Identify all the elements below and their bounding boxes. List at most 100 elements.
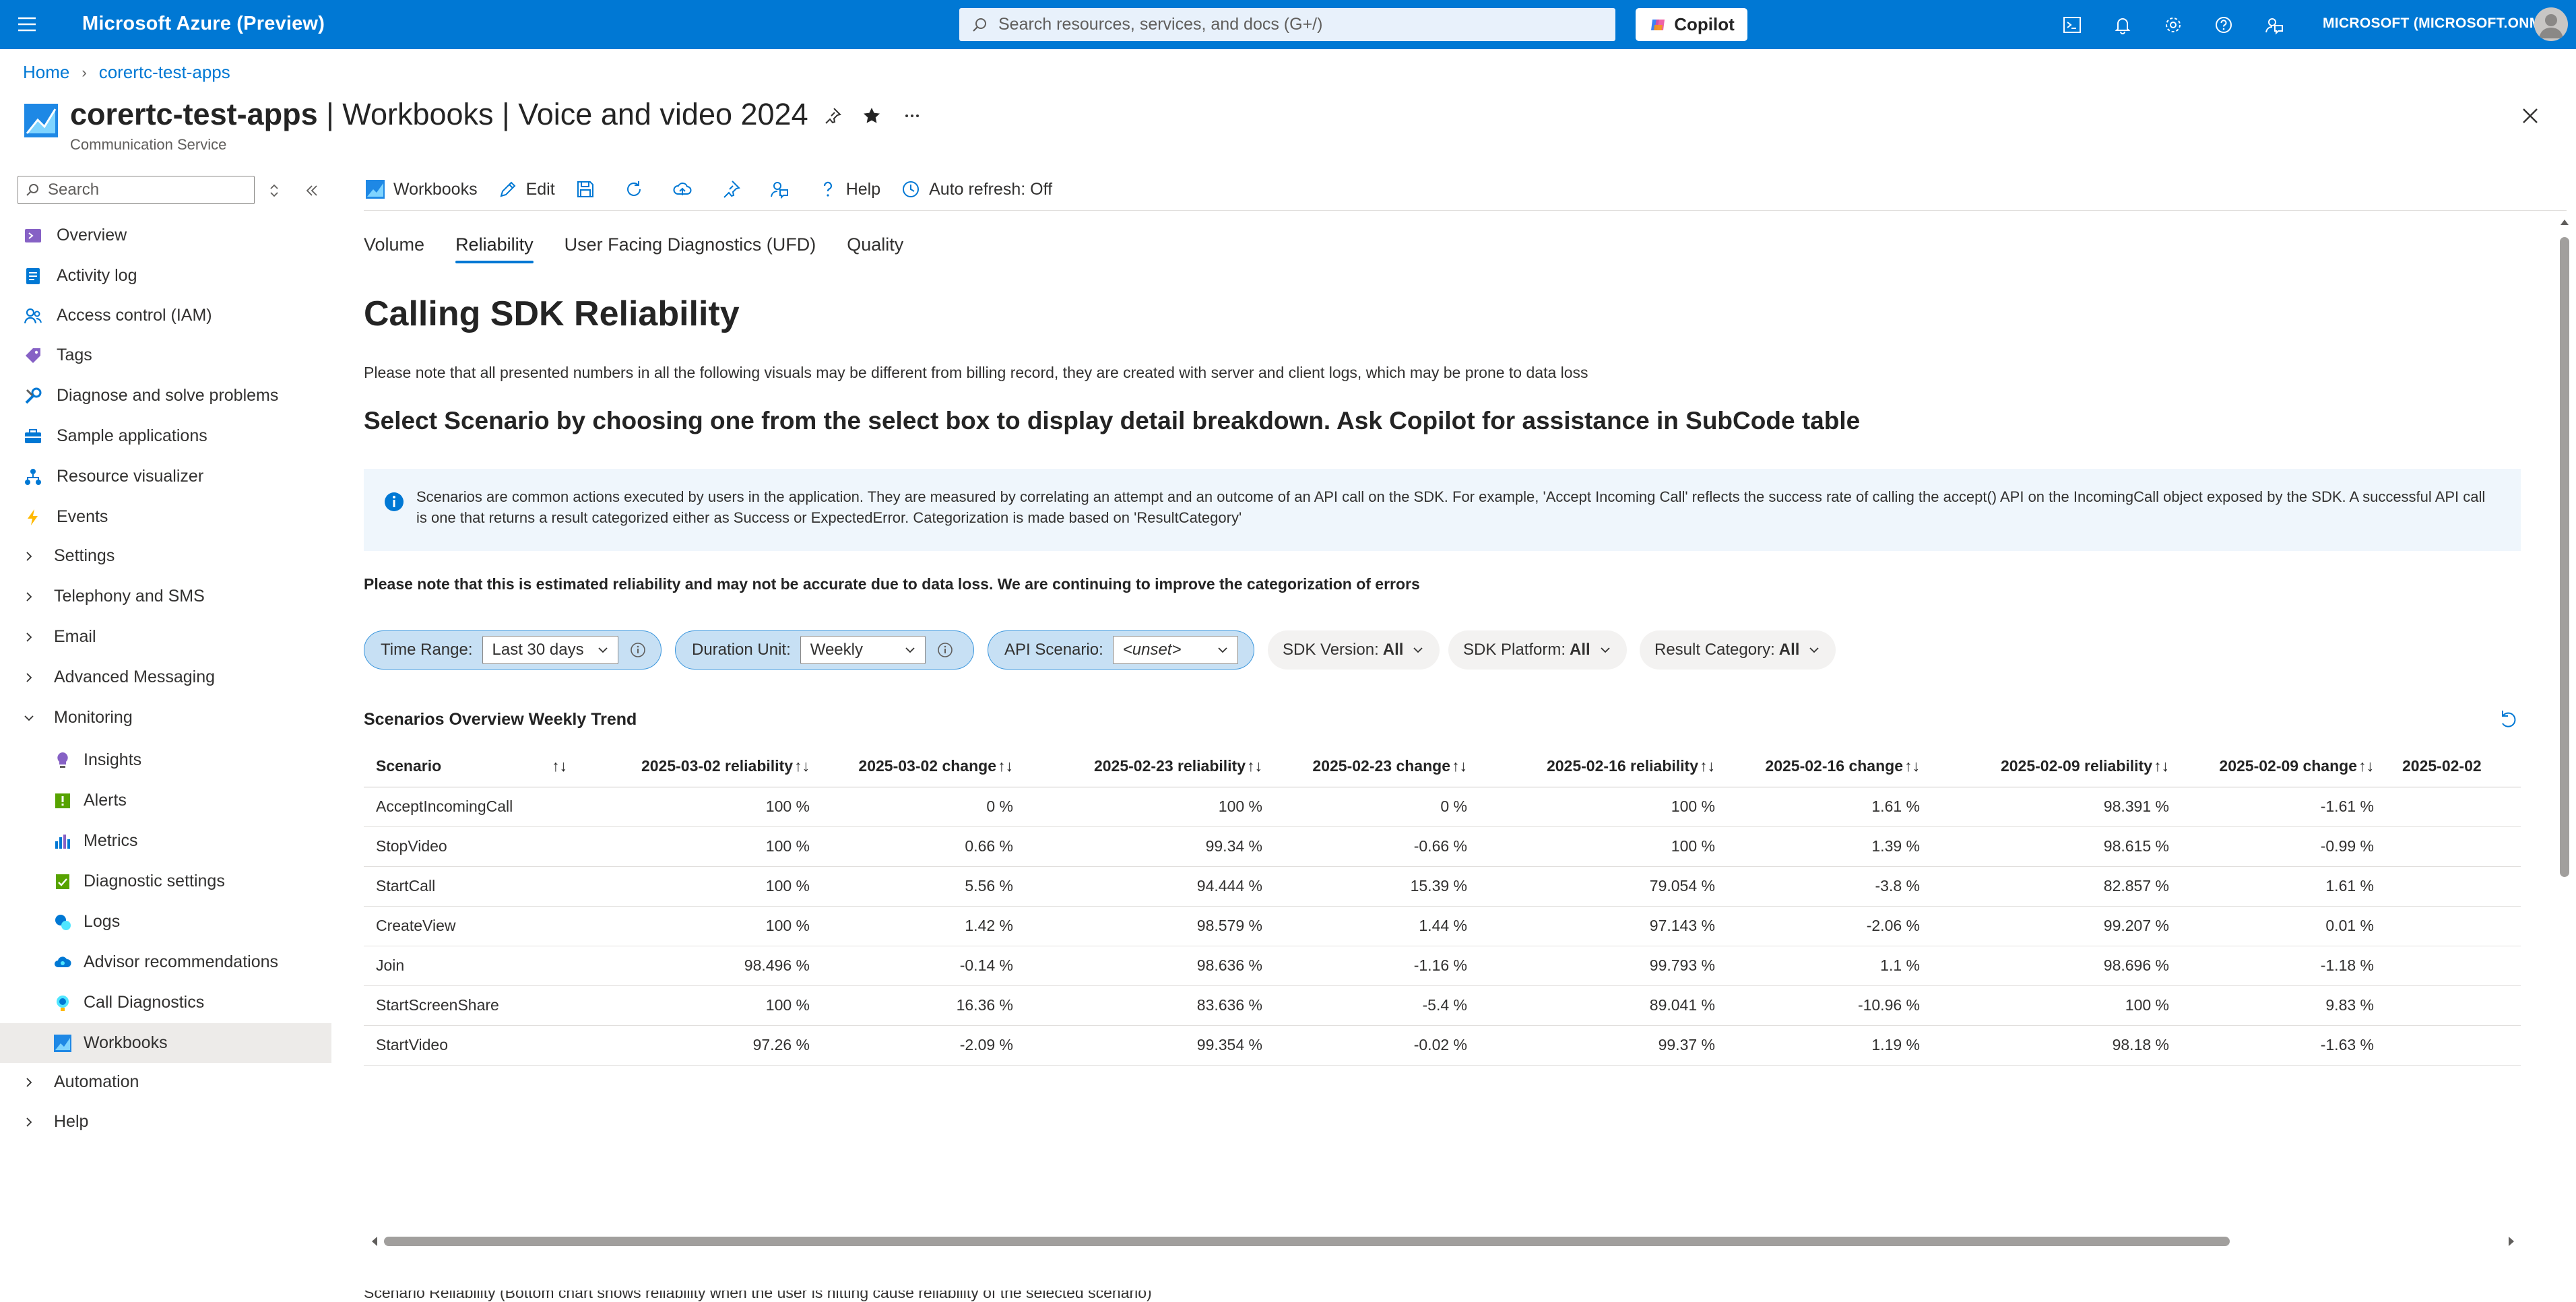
page-vertical-scrollbar[interactable]	[2557, 217, 2572, 1295]
scroll-right-arrow-icon[interactable]	[2506, 1235, 2517, 1247]
edit-button[interactable]: Edit	[496, 178, 555, 201]
table-row[interactable]: AcceptIncomingCall 100 % 0 % 100 % 0 % 100 % 1…	[364, 787, 2521, 827]
section-heading: Calling SDK Reliability	[364, 294, 740, 333]
close-icon[interactable]	[2517, 102, 2544, 129]
sidebar-search[interactable]	[18, 176, 255, 204]
breadcrumb-home[interactable]: Home	[23, 62, 69, 83]
vertical-scroll-thumb[interactable]	[2560, 237, 2569, 877]
table-horizontal-scrollbar[interactable]	[369, 1234, 2517, 1249]
column-header[interactable]: 2025-02-02	[2386, 746, 2521, 787]
tab-ufd[interactable]: User Facing Diagnostics (UFD)	[565, 234, 816, 263]
sidebar-search-input[interactable]	[46, 180, 249, 200]
help-question-icon[interactable]	[2211, 12, 2236, 38]
sidebar-item-resource-visualizer[interactable]: Resource visualizer	[0, 457, 331, 496]
sidebar-item-tags[interactable]: Tags	[0, 335, 331, 375]
notifications-bell-icon[interactable]	[2110, 12, 2135, 38]
column-header[interactable]: 2025-02-23 reliability↑↓	[1025, 746, 1275, 787]
time-range-select[interactable]: Last 30 days	[482, 636, 618, 664]
sidebar-item-automation[interactable]: Automation	[0, 1062, 331, 1102]
table-cell: 100 %	[1025, 787, 1275, 827]
favorite-star-icon[interactable]	[860, 104, 884, 128]
sidebar-item-diagnose[interactable]: Diagnose and solve problems	[0, 376, 331, 416]
table-cell: 0 %	[822, 787, 1025, 827]
sdk-platform-filter[interactable]: SDK Platform: All	[1448, 630, 1627, 670]
sidebar-item-workbooks[interactable]: Workbooks	[0, 1023, 331, 1063]
global-search[interactable]	[959, 8, 1615, 41]
feedback-icon[interactable]	[2261, 12, 2287, 38]
share-button[interactable]	[671, 178, 694, 201]
account-name[interactable]: MICROSOFT (MICROSOFT.ONMI...	[2323, 15, 2558, 32]
workbooks-button[interactable]: Workbooks	[364, 178, 478, 201]
duration-unit-select[interactable]: Weekly	[800, 636, 926, 664]
column-header[interactable]: 2025-02-16 reliability↑↓	[1479, 746, 1727, 787]
sidebar-item-help[interactable]: Help	[0, 1102, 331, 1142]
sidebar-item-activity-log[interactable]: Activity log	[0, 256, 331, 296]
sidebar-item-events[interactable]: Events	[0, 497, 331, 537]
sdk-version-filter[interactable]: SDK Version: All	[1268, 630, 1440, 670]
info-icon[interactable]	[628, 640, 648, 660]
table-row[interactable]: Join 98.496 % -0.14 % 98.636 % -1.16 % 99.793…	[364, 946, 2521, 986]
sidebar-item-monitoring[interactable]: Monitoring	[0, 698, 331, 738]
sidebar-sort-icon[interactable]	[263, 179, 286, 202]
info-icon[interactable]	[935, 640, 955, 660]
sidebar-item-logs[interactable]: Logs	[0, 902, 331, 942]
tab-quality[interactable]: Quality	[847, 234, 903, 263]
settings-gear-icon[interactable]	[2160, 12, 2186, 38]
result-category-filter[interactable]: Result Category: All	[1640, 630, 1836, 670]
table-row[interactable]: StartScreenShare 100 % 16.36 % 83.636 % -5.4…	[364, 985, 2521, 1026]
table-row[interactable]: CreateView 100 % 1.42 % 98.579 % 1.44 % 97.14…	[364, 906, 2521, 946]
feedback-button[interactable]	[768, 178, 791, 201]
api-scenario-select[interactable]: <unset>	[1112, 636, 1238, 664]
scroll-left-arrow-icon[interactable]	[369, 1235, 380, 1247]
sidebar-item-settings[interactable]: Settings	[0, 536, 331, 576]
save-icon	[574, 178, 597, 201]
sidebar-item-metrics[interactable]: Metrics	[0, 821, 331, 861]
sidebar-item-sample-applications[interactable]: Sample applications	[0, 416, 331, 456]
tab-volume[interactable]: Volume	[364, 234, 424, 263]
column-header[interactable]: 2025-02-23 change↑↓	[1275, 746, 1479, 787]
column-header[interactable]: 2025-02-16 change↑↓	[1727, 746, 1932, 787]
column-header[interactable]: 2025-03-02 change↑↓	[822, 746, 1025, 787]
pin-icon[interactable]	[820, 104, 845, 128]
table-cell: 98.579 %	[1025, 906, 1275, 946]
horizontal-scroll-thumb[interactable]	[384, 1237, 2230, 1246]
pin-workbook-button[interactable]	[719, 178, 742, 201]
table-cell: 83.636 %	[1025, 985, 1275, 1026]
table-row[interactable]: StopVideo 100 % 0.66 % 99.34 % -0.66 % 100 % 1…	[364, 826, 2521, 867]
sidebar-item-advisor[interactable]: Advisor recommendations	[0, 942, 331, 982]
cloud-shell-icon[interactable]	[2059, 12, 2085, 38]
table-row[interactable]: StartVideo 97.26 % -2.09 % 99.354 % -0.02 % 9…	[364, 1025, 2521, 1066]
table-row[interactable]: StartCall 100 % 5.56 % 94.444 % 15.39 % 79.05…	[364, 866, 2521, 907]
breadcrumb-resource[interactable]: corertc-test-apps	[99, 62, 230, 83]
copilot-button[interactable]: Copilot	[1636, 8, 1747, 41]
save-button[interactable]	[574, 178, 597, 201]
column-header[interactable]: 2025-03-02 reliability↑↓	[613, 746, 822, 787]
sidebar-item-alerts[interactable]: Alerts	[0, 781, 331, 820]
table-cell: 1.61 %	[2181, 866, 2386, 907]
tab-reliability[interactable]: Reliability	[455, 234, 534, 263]
collapse-sidebar-icon[interactable]	[300, 179, 323, 202]
sidebar-item-call-diagnostics[interactable]: Call Diagnostics	[0, 983, 331, 1022]
scroll-up-arrow-icon[interactable]	[2559, 217, 2570, 228]
sdk-version-value: All	[1382, 641, 1404, 659]
sidebar-item-overview[interactable]: Overview	[0, 216, 331, 255]
auto-refresh-button[interactable]: Auto refresh: Off	[899, 178, 1052, 201]
help-button[interactable]: Help	[816, 178, 880, 201]
sidebar-item-diagnostic-settings[interactable]: Diagnostic settings	[0, 861, 331, 901]
column-header[interactable]: 2025-02-09 change↑↓	[2181, 746, 2386, 787]
column-header-scenario[interactable]: Scenario ↑↓	[364, 746, 613, 787]
sidebar-item-access-control[interactable]: Access control (IAM)	[0, 296, 331, 335]
sidebar-item-telephony-sms[interactable]: Telephony and SMS	[0, 577, 331, 616]
refresh-button[interactable]	[622, 178, 645, 201]
reset-icon[interactable]	[2497, 707, 2521, 731]
menu-icon[interactable]	[15, 12, 39, 36]
sidebar-item-advanced-messaging[interactable]: Advanced Messaging	[0, 657, 331, 697]
column-header[interactable]: 2025-02-09 reliability↑↓	[1932, 746, 2181, 787]
more-ellipsis-icon[interactable]	[900, 104, 924, 128]
global-search-input[interactable]	[997, 14, 1603, 35]
table-cell: 9.83 %	[2181, 985, 2386, 1026]
sidebar-item-insights[interactable]: Insights	[0, 740, 331, 780]
sidebar-item-email[interactable]: Email	[0, 617, 331, 657]
avatar[interactable]	[2534, 7, 2568, 41]
portal-brand[interactable]: Microsoft Azure (Preview)	[82, 13, 325, 35]
